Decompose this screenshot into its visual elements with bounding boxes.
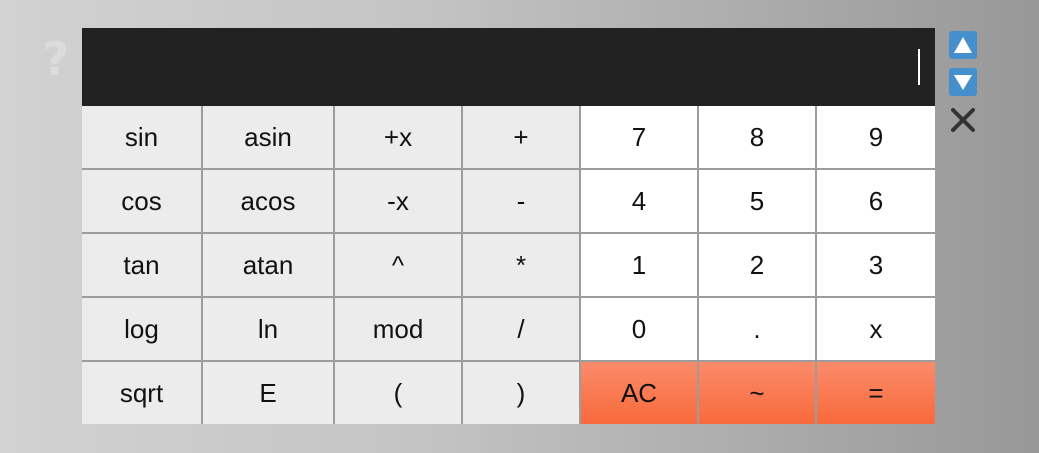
key-5[interactable]: 5 (699, 170, 817, 234)
key-7[interactable]: 7 (581, 106, 699, 170)
keypad: sin asin +x +7 8 9 cos acos -x -4 5 6 tan atan ^ * 1 2 3 lo… (82, 106, 935, 424)
key-power[interactable]: ^ (335, 234, 463, 298)
calculator-display[interactable] (82, 28, 935, 106)
key-1[interactable]: 1 (581, 234, 699, 298)
key-add[interactable]: + (463, 106, 581, 170)
key-e[interactable]: E (203, 362, 335, 424)
key-sqrt[interactable]: sqrt (82, 362, 203, 424)
key-9[interactable]: 9 (817, 106, 935, 170)
key-0[interactable]: 0 (581, 298, 699, 362)
close-x-icon (951, 108, 975, 132)
key-close-paren[interactable]: ) (463, 362, 581, 424)
triangle-down-icon (954, 75, 972, 90)
key-mod[interactable]: mod (335, 298, 463, 362)
scroll-up-button[interactable] (949, 31, 977, 59)
text-caret (918, 49, 920, 85)
scroll-down-button[interactable] (949, 68, 977, 96)
key-variable-x[interactable]: x (817, 298, 935, 362)
key-acos[interactable]: acos (203, 170, 335, 234)
key-atan[interactable]: atan (203, 234, 335, 298)
key-sin[interactable]: sin (82, 106, 203, 170)
key-open-paren[interactable]: ( (335, 362, 463, 424)
key-decimal[interactable]: . (699, 298, 817, 362)
key-subtract[interactable]: - (463, 170, 581, 234)
key-tan[interactable]: tan (82, 234, 203, 298)
key-asin[interactable]: asin (203, 106, 335, 170)
key-tilde[interactable]: ~ (699, 362, 817, 424)
close-button[interactable] (948, 105, 978, 135)
key-3[interactable]: 3 (817, 234, 935, 298)
key-multiply[interactable]: * (463, 234, 581, 298)
help-icon[interactable]: ? (36, 34, 76, 84)
key-4[interactable]: 4 (581, 170, 699, 234)
key-6[interactable]: 6 (817, 170, 935, 234)
side-controls (948, 31, 978, 137)
triangle-up-icon (954, 37, 972, 53)
key-minus-x[interactable]: -x (335, 170, 463, 234)
key-all-clear[interactable]: AC (581, 362, 699, 424)
key-2[interactable]: 2 (699, 234, 817, 298)
calculator: sin asin +x +7 8 9 cos acos -x -4 5 6 tan atan ^ * 1 2 3 lo… (82, 28, 935, 424)
key-log[interactable]: log (82, 298, 203, 362)
key-divide[interactable]: / (463, 298, 581, 362)
key-ln[interactable]: ln (203, 298, 335, 362)
key-plus-x[interactable]: +x (335, 106, 463, 170)
key-equals[interactable]: = (817, 362, 935, 424)
key-8[interactable]: 8 (699, 106, 817, 170)
key-cos[interactable]: cos (82, 170, 203, 234)
